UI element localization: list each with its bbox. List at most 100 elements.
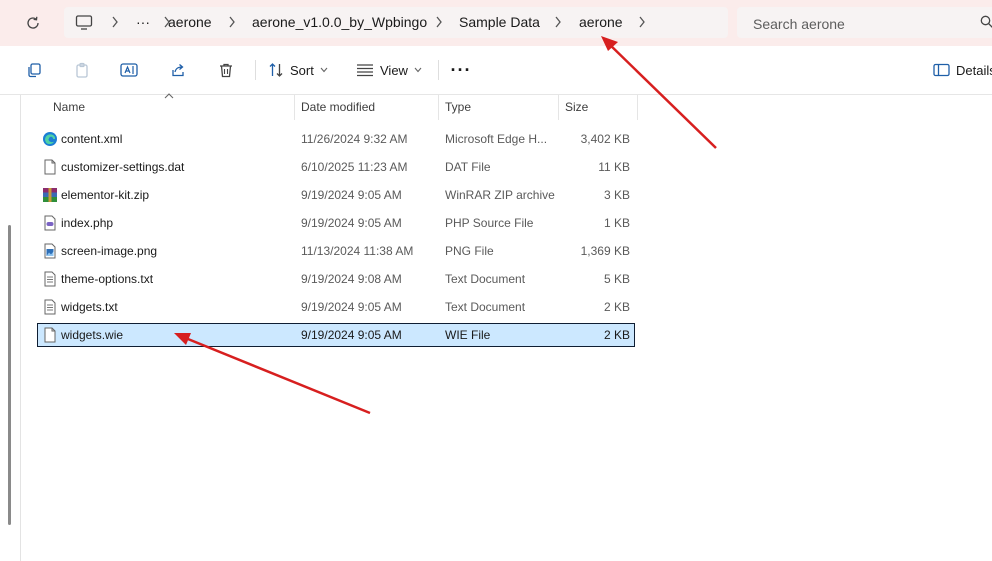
this-pc-button[interactable] <box>75 7 93 38</box>
navigation-pane <box>0 95 21 561</box>
column-header-size[interactable]: Size <box>565 95 588 120</box>
file-row[interactable]: customizer-settings.dat 6/10/2025 11:23 … <box>37 155 635 179</box>
file-size: 11 KB <box>598 160 630 174</box>
file-row[interactable]: index.php 9/19/2024 9:05 AM PHP Source F… <box>37 211 635 235</box>
file-name: widgets.txt <box>61 300 118 314</box>
address-bar: ··· aerone aerone_v1.0.0_by_Wpbingo Samp… <box>0 0 992 46</box>
file-name: index.php <box>61 216 114 230</box>
file-date: 9/19/2024 9:05 AM <box>301 300 402 314</box>
sort-button[interactable]: Sort <box>268 57 328 83</box>
file-icon <box>44 327 56 343</box>
file-type: Text Document <box>445 300 526 314</box>
view-label: View <box>380 62 408 78</box>
column-divider[interactable] <box>294 95 295 120</box>
copy-icon <box>28 63 41 78</box>
rename-icon <box>120 63 138 77</box>
chevron-right-icon[interactable] <box>636 16 648 28</box>
column-divider[interactable] <box>438 95 439 120</box>
file-date: 9/19/2024 9:08 AM <box>301 272 402 286</box>
toolbar-divider <box>438 60 439 80</box>
share-icon <box>172 64 184 77</box>
column-header-type[interactable]: Type <box>445 95 471 120</box>
file-name: customizer-settings.dat <box>61 160 185 174</box>
file-date: 11/13/2024 11:38 AM <box>301 244 414 258</box>
breadcrumb-item-version[interactable]: aerone_v1.0.0_by_Wpbingo <box>252 7 427 38</box>
file-size: 3,402 KB <box>580 132 630 146</box>
column-header-date[interactable]: Date modified <box>301 95 375 120</box>
chevron-right-icon[interactable] <box>226 16 238 28</box>
breadcrumb-overflow[interactable]: ··· <box>136 7 150 38</box>
winrar-icon <box>43 188 57 202</box>
paste-icon <box>76 62 88 78</box>
text-file-icon <box>44 299 56 315</box>
file-row[interactable]: widgets.txt 9/19/2024 9:05 AM Text Docum… <box>37 295 635 319</box>
scrollbar-thumb[interactable] <box>8 225 11 525</box>
file-size: 5 KB <box>603 272 630 286</box>
file-date: 9/19/2024 9:05 AM <box>301 328 402 342</box>
file-date: 9/19/2024 9:05 AM <box>301 188 402 202</box>
sort-ascending-icon <box>164 93 174 99</box>
toolbar-divider <box>255 60 256 80</box>
refresh-button[interactable] <box>22 12 44 34</box>
chevron-right-icon[interactable] <box>433 16 445 28</box>
php-file-icon <box>44 215 56 231</box>
search-input[interactable] <box>751 13 965 35</box>
column-divider[interactable] <box>637 95 638 120</box>
details-pane-button[interactable]: Details <box>933 57 992 83</box>
monitor-icon <box>75 15 93 30</box>
column-divider[interactable] <box>558 95 559 120</box>
file-icon <box>44 159 56 175</box>
search-icon[interactable] <box>980 15 992 29</box>
rename-button[interactable] <box>117 57 141 83</box>
chevron-right-icon[interactable] <box>552 16 564 28</box>
file-row[interactable]: screen-image.png 11/13/2024 11:38 AM PNG… <box>37 239 635 263</box>
paste-button[interactable] <box>70 57 94 83</box>
chevron-down-icon <box>320 67 328 73</box>
image-file-icon <box>44 243 56 259</box>
details-label: Details <box>956 62 992 78</box>
refresh-icon <box>27 16 39 29</box>
trash-icon <box>220 63 232 78</box>
file-size: 3 KB <box>603 188 630 202</box>
share-button[interactable] <box>166 57 190 83</box>
command-bar: Sort View ··· Details <box>0 46 992 95</box>
file-type: Microsoft Edge H... <box>445 132 548 146</box>
edge-icon <box>43 132 57 146</box>
chevron-right-icon[interactable] <box>109 16 121 28</box>
column-header-name[interactable]: Name <box>53 95 85 120</box>
file-row[interactable]: theme-options.txt 9/19/2024 9:08 AM Text… <box>37 267 635 291</box>
file-size: 2 KB <box>603 328 630 342</box>
file-row[interactable]: elementor-kit.zip 9/19/2024 9:05 AM WinR… <box>37 183 635 207</box>
breadcrumb[interactable]: ··· aerone aerone_v1.0.0_by_Wpbingo Samp… <box>64 7 728 38</box>
file-list: Name Date modified Type Size content.xml… <box>20 93 992 561</box>
breadcrumb-item-current[interactable]: aerone <box>579 7 623 38</box>
search-box[interactable] <box>737 7 992 38</box>
text-file-icon <box>44 271 56 287</box>
chevron-down-icon <box>414 67 422 73</box>
file-size: 2 KB <box>603 300 630 314</box>
file-name: elementor-kit.zip <box>61 188 150 202</box>
file-date: 11/26/2024 9:32 AM <box>301 132 408 146</box>
file-type: Text Document <box>445 272 526 286</box>
view-button[interactable]: View <box>356 57 422 83</box>
file-row-selected[interactable]: widgets.wie 9/19/2024 9:05 AM WIE File 2… <box>37 323 635 347</box>
delete-button[interactable] <box>214 57 238 83</box>
file-type: WinRAR ZIP archive <box>445 188 555 202</box>
file-type: PNG File <box>445 244 494 258</box>
file-type: DAT File <box>445 160 491 174</box>
view-icon <box>357 64 373 77</box>
sort-icon <box>269 63 283 77</box>
file-type: PHP Source File <box>445 216 534 230</box>
file-name: theme-options.txt <box>61 272 154 286</box>
file-row[interactable]: content.xml 11/26/2024 9:32 AM Microsoft… <box>37 127 635 151</box>
file-type: WIE File <box>445 328 491 342</box>
file-size: 1,369 KB <box>580 244 630 258</box>
file-name: screen-image.png <box>61 244 158 258</box>
file-size: 1 KB <box>603 216 630 230</box>
breadcrumb-item-aerone[interactable]: aerone <box>168 7 212 38</box>
file-name: widgets.wie <box>61 328 124 342</box>
breadcrumb-item-sample-data[interactable]: Sample Data <box>459 7 540 38</box>
more-options-button[interactable]: ··· <box>450 57 472 83</box>
copy-button[interactable] <box>22 57 46 83</box>
file-date: 9/19/2024 9:05 AM <box>301 216 402 230</box>
